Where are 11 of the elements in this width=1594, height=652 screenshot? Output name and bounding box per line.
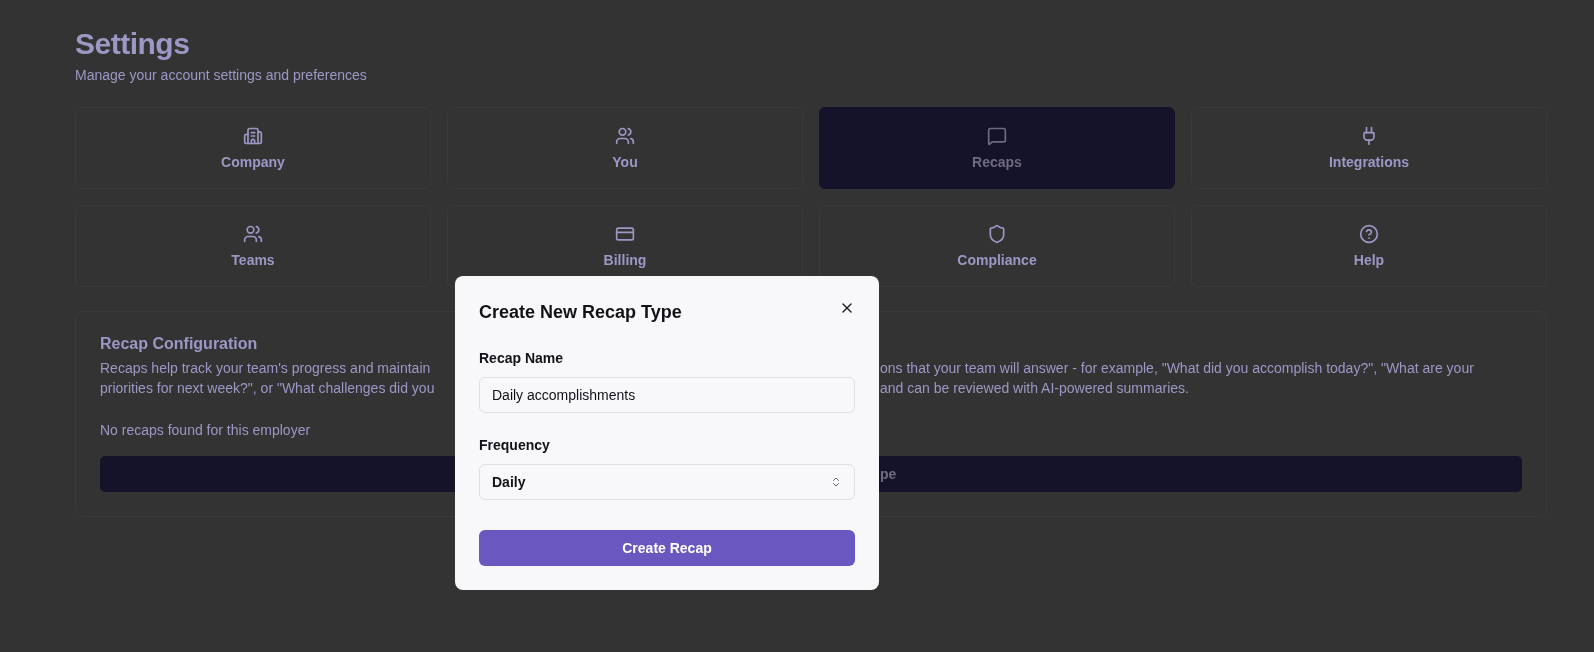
page-title: Settings [75, 26, 191, 62]
field-label: Frequency [479, 436, 551, 455]
page-subtitle: Manage your account settings and preferences [75, 66, 368, 85]
card-title: Recap Configuration [100, 334, 259, 354]
description-text: Recaps help track your team's progress and maintain [100, 359, 432, 378]
dialog-title: Create New Recap Type [479, 301, 682, 324]
description-text: and can be reviewed with AI-powered summaries. [880, 379, 1190, 398]
description-text: ons that your team will answer - for example, "What did you accomplish today?", "What are your [880, 359, 1475, 378]
empty-message: No recaps found for this employer [100, 421, 312, 440]
description-text: priorities for next week?", or "What challenges did you [100, 379, 436, 398]
field-label: Recap Name [479, 349, 565, 368]
